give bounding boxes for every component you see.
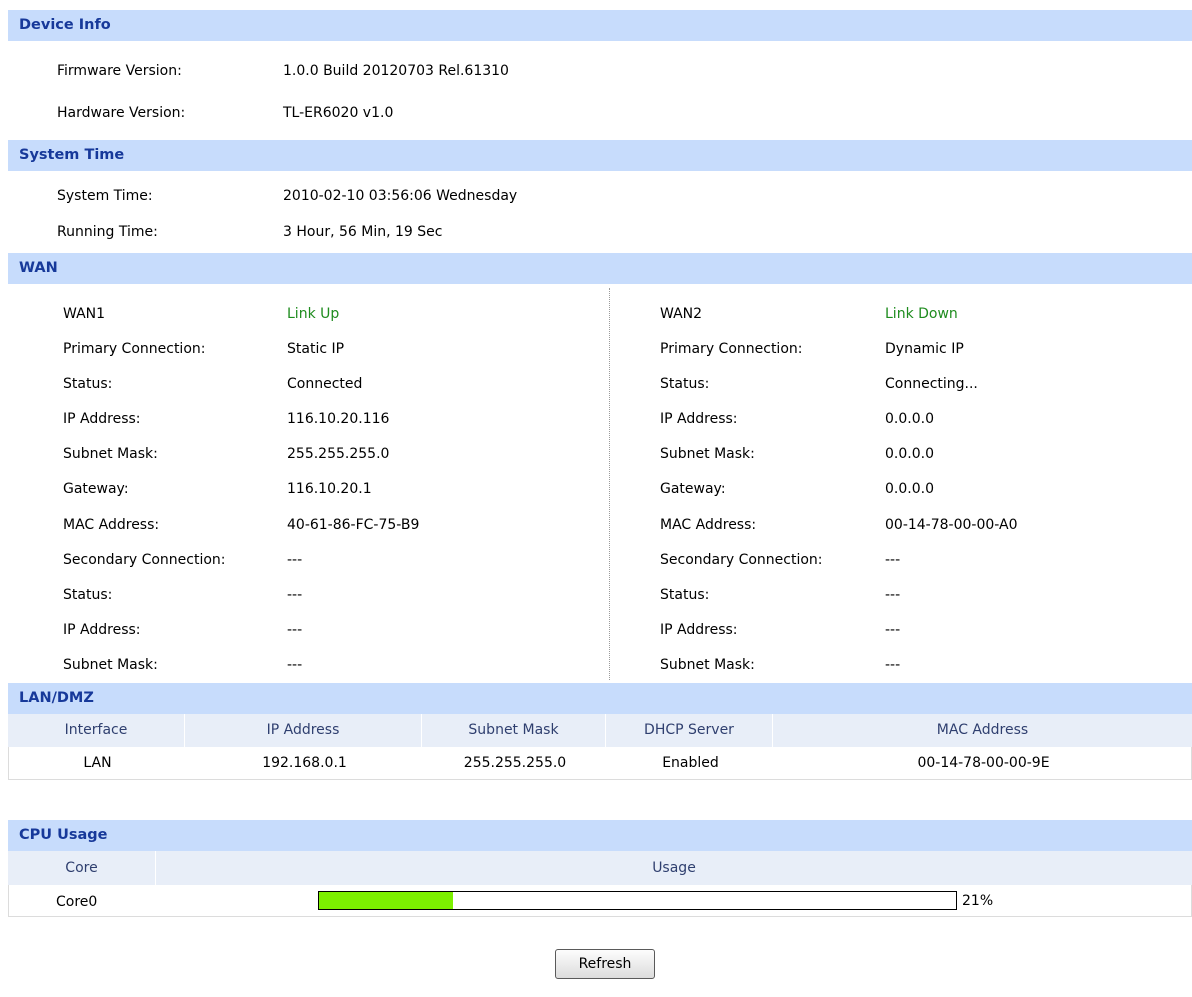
- cpu-usage-bar: [318, 891, 957, 910]
- hardware-label: Hardware Version:: [57, 105, 186, 121]
- system-time-value: 2010-02-10 03:56:06 Wednesday: [283, 188, 518, 204]
- wan1-row-label: MAC Address:: [63, 517, 160, 533]
- running-time-label: Running Time:: [57, 224, 158, 240]
- cpu-table-header: Core Usage: [8, 851, 1192, 885]
- wan1-row-label: IP Address:: [63, 622, 141, 638]
- wan2-row-value: 00-14-78-00-00-A0: [885, 517, 1018, 533]
- hardware-value: TL-ER6020 v1.0: [283, 105, 394, 121]
- wan2-row-label: MAC Address:: [660, 517, 757, 533]
- cpu-usage-percent: 21%: [962, 893, 994, 909]
- wan1-row-value: 116.10.20.116: [287, 411, 390, 427]
- wan2-row-label: IP Address:: [660, 622, 738, 638]
- lan-table-row: LAN 192.168.0.1 255.255.255.0 Enabled 00…: [8, 747, 1192, 780]
- wan1-row-label: Subnet Mask:: [63, 657, 158, 673]
- firmware-value: 1.0.0 Build 20120703 Rel.61310: [283, 63, 509, 79]
- wan1-row-label: Secondary Connection:: [63, 552, 226, 568]
- wan2-row-label: Primary Connection:: [660, 341, 803, 357]
- wan1-row-value: 116.10.20.1: [287, 481, 372, 497]
- device-info-header: Device Info: [8, 10, 1192, 41]
- lan-cell-interface: LAN: [83, 755, 112, 771]
- wan2-row-label: Status:: [660, 376, 710, 392]
- wan1-row-value: 255.255.255.0: [287, 446, 390, 462]
- wan2-row-label: Subnet Mask:: [660, 657, 755, 673]
- wan1-row-value: ---: [287, 587, 303, 603]
- wan2-row-value: ---: [885, 657, 901, 673]
- firmware-label: Firmware Version:: [57, 63, 182, 79]
- wan1-row-value: Static IP: [287, 341, 345, 357]
- wan2-row-value: 0.0.0.0: [885, 411, 934, 427]
- cpu-col-usage: Usage: [652, 860, 696, 876]
- lan-cell-mac: 00-14-78-00-00-9E: [917, 755, 1050, 771]
- lan-cell-ip: 192.168.0.1: [262, 755, 347, 771]
- lan-col-interface: Interface: [8, 714, 185, 747]
- lan-col-dhcp: DHCP Server: [606, 714, 773, 747]
- wan1-row-value: 40-61-86-FC-75-B9: [287, 517, 420, 533]
- wan2-row-value: Connecting...: [885, 376, 978, 392]
- wan-header: WAN: [8, 253, 1192, 284]
- wan1-row-label: IP Address:: [63, 411, 141, 427]
- cpu-header: CPU Usage: [8, 820, 1192, 851]
- cpu-col-core: Core: [8, 851, 156, 885]
- refresh-button[interactable]: Refresh: [555, 949, 655, 979]
- wan1-name: WAN1: [63, 306, 106, 322]
- wan2-row-label: Gateway:: [660, 481, 726, 497]
- lan-header: LAN/DMZ: [8, 683, 1192, 714]
- wan2-row-value: ---: [885, 587, 901, 603]
- wan1-row-label: Subnet Mask:: [63, 446, 158, 462]
- running-time-value: 3 Hour, 56 Min, 19 Sec: [283, 224, 443, 240]
- wan2-row-value: 0.0.0.0: [885, 446, 934, 462]
- system-time-header: System Time: [8, 140, 1192, 171]
- wan1-link-status: Link Up: [287, 306, 340, 322]
- lan-cell-dhcp: Enabled: [662, 755, 719, 771]
- wan2-row-value: Dynamic IP: [885, 341, 964, 357]
- lan-col-ip: IP Address: [185, 714, 422, 747]
- wan2-row-label: Status:: [660, 587, 710, 603]
- wan1-row-label: Gateway:: [63, 481, 129, 497]
- wan2-row-label: IP Address:: [660, 411, 738, 427]
- system-time-label: System Time:: [57, 188, 153, 204]
- wan-divider: [609, 288, 610, 680]
- wan1-row-value: Connected: [287, 376, 363, 392]
- wan1-row-label: Primary Connection:: [63, 341, 206, 357]
- wan2-row-value: ---: [885, 622, 901, 638]
- cpu-usage-fill: [319, 892, 453, 909]
- wan2-row-value: ---: [885, 552, 901, 568]
- wan2-row-label: Subnet Mask:: [660, 446, 755, 462]
- wan1-row-value: ---: [287, 622, 303, 638]
- lan-table-header: Interface IP Address Subnet Mask DHCP Se…: [8, 714, 1192, 747]
- lan-col-mask: Subnet Mask: [422, 714, 606, 747]
- cpu-core-name: Core0: [56, 894, 98, 910]
- lan-cell-mask: 255.255.255.0: [463, 755, 567, 771]
- lan-col-mac: MAC Address: [936, 722, 1029, 738]
- wan2-name: WAN2: [660, 306, 703, 322]
- wan2-row-value: 0.0.0.0: [885, 481, 934, 497]
- wan1-row-value: ---: [287, 657, 303, 673]
- wan2-row-label: Secondary Connection:: [660, 552, 823, 568]
- wan1-row-label: Status:: [63, 376, 113, 392]
- wan1-row-label: Status:: [63, 587, 113, 603]
- wan1-row-value: ---: [287, 552, 303, 568]
- wan2-link-status: Link Down: [885, 306, 958, 322]
